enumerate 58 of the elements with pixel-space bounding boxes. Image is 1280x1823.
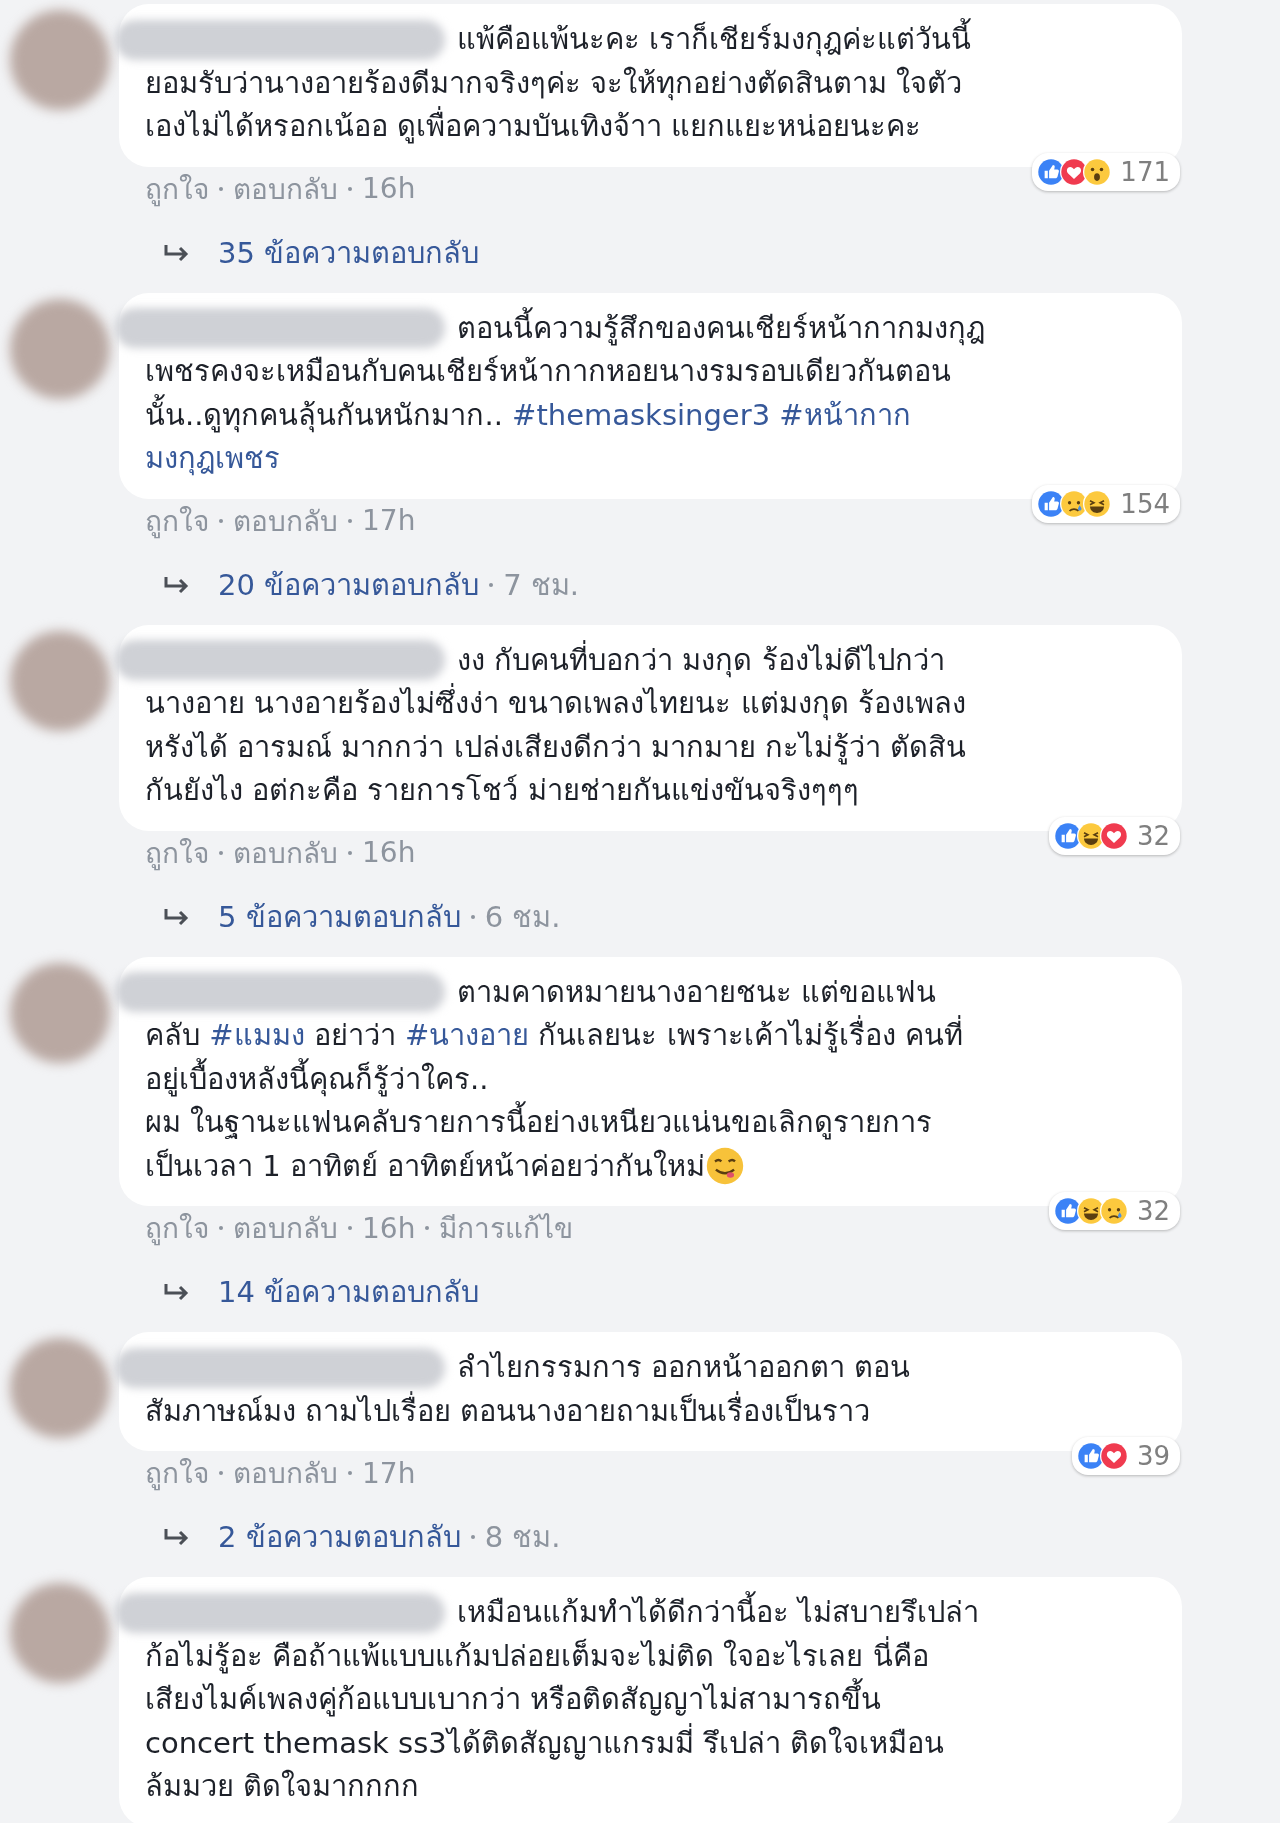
- avatar[interactable]: [10, 1338, 110, 1438]
- avatar[interactable]: [10, 10, 110, 110]
- timestamp[interactable]: 16h: [362, 836, 416, 869]
- comment-text: คลับ #แมมง อย่าว่า #นางอาย กันเลยนะ เพราะเค้าไม่รู้เรื่อง คนที่ อยู่เบื้องหลังนี้คุณก็รู้ว่าใคร.. ผม ในฐานะแฟนคลับรายการนี้อย่างเหนียวแน่นขอเลิกดูรายการ เป็นเวลา 1 อาทิตย์ อาทิตย์หน้าค่อยว่ากันใหม่: [145, 1014, 1142, 1188]
- view-replies-link[interactable]: 2 ข้อความตอบกลับ: [218, 1514, 461, 1560]
- reaction-count: 39: [1136, 1441, 1170, 1471]
- like-link[interactable]: ถูกใจ: [145, 498, 209, 543]
- comment-text: เพชรคงจะเหมือนกับคนเชียร์หน้ากากหอยนางรมรอบเดียวกันตอน นั้น..ดูทุกคนลุ้นกันหนักมาก.. #themasksinger3 #หน้ากาก มงกุฎเพชร: [145, 353, 952, 478]
- smiley-icon: [705, 1145, 746, 1186]
- comment-text: ตอนนี้ความรู้สึกของคนเชียร์หน้ากากมงกุฎ: [457, 306, 985, 350]
- sad-face-icon: [1099, 1197, 1128, 1225]
- reply-link[interactable]: ตอบกลับ: [233, 1451, 338, 1495]
- timestamp: 6 ชม.: [484, 898, 561, 936]
- view-replies-link[interactable]: 14 ข้อความตอบกลับ: [218, 1269, 480, 1315]
- comment-text: นางอาย นางอายร้องไม่ซึ่งง่า ขนาดเพลงไทยนะ แต่มงกุด ร้องเพลง หรังได้ อารมณ์ มากกว่า เปล่งเสียงดีกว่า มากมาย กะไม่รู้ว่า ตัดสิน กันยังไง อต่กะคือ รายการโชว์ ม่ายช่ายกันแข่งขันจริงๆๆๆ: [145, 682, 1142, 813]
- avatar[interactable]: [10, 298, 110, 399]
- like-link[interactable]: ถูกใจ: [145, 166, 209, 211]
- reply-link[interactable]: ตอบกลับ: [233, 498, 338, 543]
- comment-text: ก้อไม่รู้อะ คือถ้าแพ้แบบแก้มปล่อยเต็มจะไม่ติด ใจอะไรเลย นี่คือ เสียงไมค์เพลงคู่ก้อแบบเบากว่า หรือติดสัญญาไม่สามารถขึ้น concert themask ss3ได้ติดสัญญาแกรมมี่ รึเปล่า ติดใจเหมือน ล้มมวย ติดใจมากกกก: [145, 1635, 946, 1805]
- reaction-count: 32: [1136, 820, 1170, 851]
- timestamp: 8 ชม.: [484, 1519, 561, 1556]
- timestamp[interactable]: 17h: [362, 1456, 416, 1490]
- timestamp[interactable]: 16h: [362, 172, 416, 205]
- view-replies-link[interactable]: 35 ข้อความตอบกลับ: [218, 229, 480, 276]
- reactions-badge[interactable]: 154: [1032, 484, 1180, 523]
- reply-link[interactable]: ตอบกลับ: [233, 1206, 338, 1250]
- view-replies-link[interactable]: 5 ข้อความตอบกลับ: [218, 893, 461, 940]
- comment-text: ยอมรับว่านางอายร้องดีมากจริงๆค่ะ จะให้ทุกอย่างตัดสินตาม ใจตัว เองไม่ได้หรอกเน้ออ ดูเพื่อความบันเทิงจ้าา แยกแยะหน่อยนะคะ: [145, 64, 964, 146]
- avatar[interactable]: [10, 630, 110, 731]
- thumbs-up-icon: [1053, 1197, 1082, 1225]
- comment-text: สัมภาษณ์มง ถามไปเรื่อย ตอนนางอายถามเป็นเรื่องเป็นราว: [145, 1390, 872, 1430]
- comment-text: เหมือนแก้มทำได้ดีกว่านี้อะ ไม่สบายรึเปล่า: [457, 1591, 980, 1635]
- reply-link[interactable]: ตอบกลับ: [233, 830, 338, 875]
- reactions-badge[interactable]: 39: [1071, 1437, 1180, 1475]
- comment-text: ตามคาดหมายนางอายชนะ แต่ขอแฟน: [457, 973, 937, 1011]
- reaction-count: 171: [1120, 156, 1170, 187]
- timestamp[interactable]: 16h: [362, 1211, 416, 1245]
- comment-text: งง กับคนที่บอกว่า มงกุด ร้องไม่ดีไปกว่า: [457, 639, 945, 680]
- thumbs-up-icon: [1076, 1442, 1105, 1470]
- like-link[interactable]: ถูกใจ: [145, 1451, 209, 1495]
- like-link[interactable]: ถูกใจ: [145, 830, 209, 875]
- reactions-badge[interactable]: 32: [1048, 1192, 1180, 1230]
- comment-text: ลำไยกรรมการ ออกหน้าออกตา ตอน: [457, 1349, 911, 1386]
- reaction-count: 154: [1120, 488, 1170, 519]
- edited-note: มีการแก้ไข: [439, 1211, 574, 1247]
- heart-icon: [1099, 1442, 1128, 1470]
- avatar[interactable]: [10, 962, 110, 1063]
- heart-icon: [1099, 821, 1128, 850]
- comment-text: แพ้คือแพ้นะคะ เราก็เชียร์มงกุฎค่ะแต่วันนี้: [457, 18, 972, 62]
- timestamp: 7 ชม.: [503, 566, 579, 604]
- reactions-badge[interactable]: 32: [1048, 816, 1180, 855]
- reaction-count: 32: [1136, 1196, 1170, 1226]
- like-link[interactable]: ถูกใจ: [145, 1206, 209, 1250]
- view-replies-link[interactable]: 20 ข้อความตอบกลับ: [218, 561, 480, 608]
- reactions-badge[interactable]: 171: [1032, 152, 1180, 191]
- avatar[interactable]: [10, 1583, 110, 1683]
- timestamp[interactable]: 17h: [362, 504, 416, 537]
- reply-link[interactable]: ตอบกลับ: [233, 166, 338, 211]
